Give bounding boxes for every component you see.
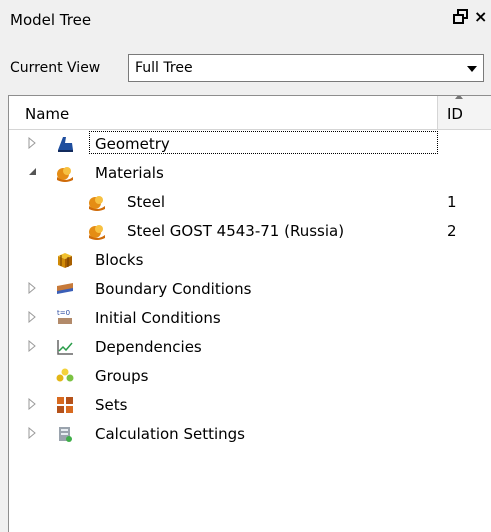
tree-header: Name ID bbox=[9, 96, 491, 130]
tree-item-label: Calculation Settings bbox=[95, 425, 245, 443]
tree-item[interactable]: t=0 Initial Conditions bbox=[9, 303, 491, 332]
panel-titlebar: Model Tree × bbox=[0, 0, 491, 38]
restore-icon[interactable] bbox=[452, 8, 470, 26]
tree-item-label: Sets bbox=[95, 396, 128, 414]
tree-item-label: Steel GOST 4543-71 (Russia) bbox=[127, 222, 345, 240]
material-icon bbox=[87, 221, 107, 241]
svg-text:t=0: t=0 bbox=[57, 309, 70, 317]
current-view-value: Full Tree bbox=[135, 60, 193, 76]
panel-title: Model Tree bbox=[10, 11, 92, 29]
tree-item[interactable]: Calculation Settings bbox=[9, 419, 491, 448]
tree-item[interactable]: Steel GOST 4543-71 (Russia) 2 bbox=[9, 216, 491, 245]
collapse-arrow-icon[interactable] bbox=[27, 166, 39, 178]
current-view-label: Current View bbox=[10, 60, 101, 76]
dependencies-icon bbox=[55, 337, 75, 357]
initial-conditions-icon: t=0 bbox=[55, 308, 75, 328]
tree-item[interactable]: Blocks bbox=[9, 245, 491, 274]
expand-arrow-icon[interactable] bbox=[27, 137, 39, 149]
model-tree: Name ID Geometry Materials Steel 1 Steel GOS… bbox=[8, 95, 491, 532]
expand-arrow-icon[interactable] bbox=[27, 398, 39, 410]
current-view-select[interactable]: Full Tree bbox=[128, 54, 484, 82]
tree-item[interactable]: Boundary Conditions bbox=[9, 274, 491, 303]
sort-ascending-icon bbox=[455, 96, 463, 99]
tree-item-id: 2 bbox=[447, 222, 457, 240]
boundary-conditions-icon bbox=[55, 279, 75, 299]
tree-item[interactable]: Groups bbox=[9, 361, 491, 390]
focus-rectangle bbox=[89, 131, 438, 154]
sets-icon bbox=[55, 395, 75, 415]
material-icon bbox=[55, 163, 75, 183]
tree-item-label: Boundary Conditions bbox=[95, 280, 252, 298]
groups-icon bbox=[55, 366, 75, 386]
close-icon[interactable]: × bbox=[474, 8, 491, 26]
tree-item-id: 1 bbox=[447, 193, 457, 211]
tree-item-label: Initial Conditions bbox=[95, 309, 221, 327]
chevron-down-icon[interactable] bbox=[467, 66, 477, 72]
expand-arrow-icon[interactable] bbox=[27, 340, 39, 352]
calculation-settings-icon bbox=[55, 424, 75, 444]
geometry-icon bbox=[55, 134, 75, 154]
tree-item-label: Groups bbox=[95, 367, 149, 385]
blocks-icon bbox=[55, 250, 75, 270]
tree-item[interactable]: Geometry bbox=[9, 129, 491, 158]
column-header-name[interactable]: Name bbox=[25, 105, 69, 123]
column-header-id-cell[interactable] bbox=[438, 96, 491, 129]
tree-item-label: Blocks bbox=[95, 251, 144, 269]
tree-item[interactable]: Dependencies bbox=[9, 332, 491, 361]
tree-item[interactable]: Sets bbox=[9, 390, 491, 419]
expand-arrow-icon[interactable] bbox=[27, 427, 39, 439]
column-header-id[interactable]: ID bbox=[447, 105, 463, 123]
material-icon bbox=[87, 192, 107, 212]
expand-arrow-icon[interactable] bbox=[27, 282, 39, 294]
tree-item-label: Steel bbox=[127, 193, 166, 211]
tree-item[interactable]: Materials bbox=[9, 158, 491, 187]
tree-item-label: Materials bbox=[95, 164, 164, 182]
expand-arrow-icon[interactable] bbox=[27, 311, 39, 323]
tree-item-label: Dependencies bbox=[95, 338, 202, 356]
tree-item[interactable]: Steel 1 bbox=[9, 187, 491, 216]
